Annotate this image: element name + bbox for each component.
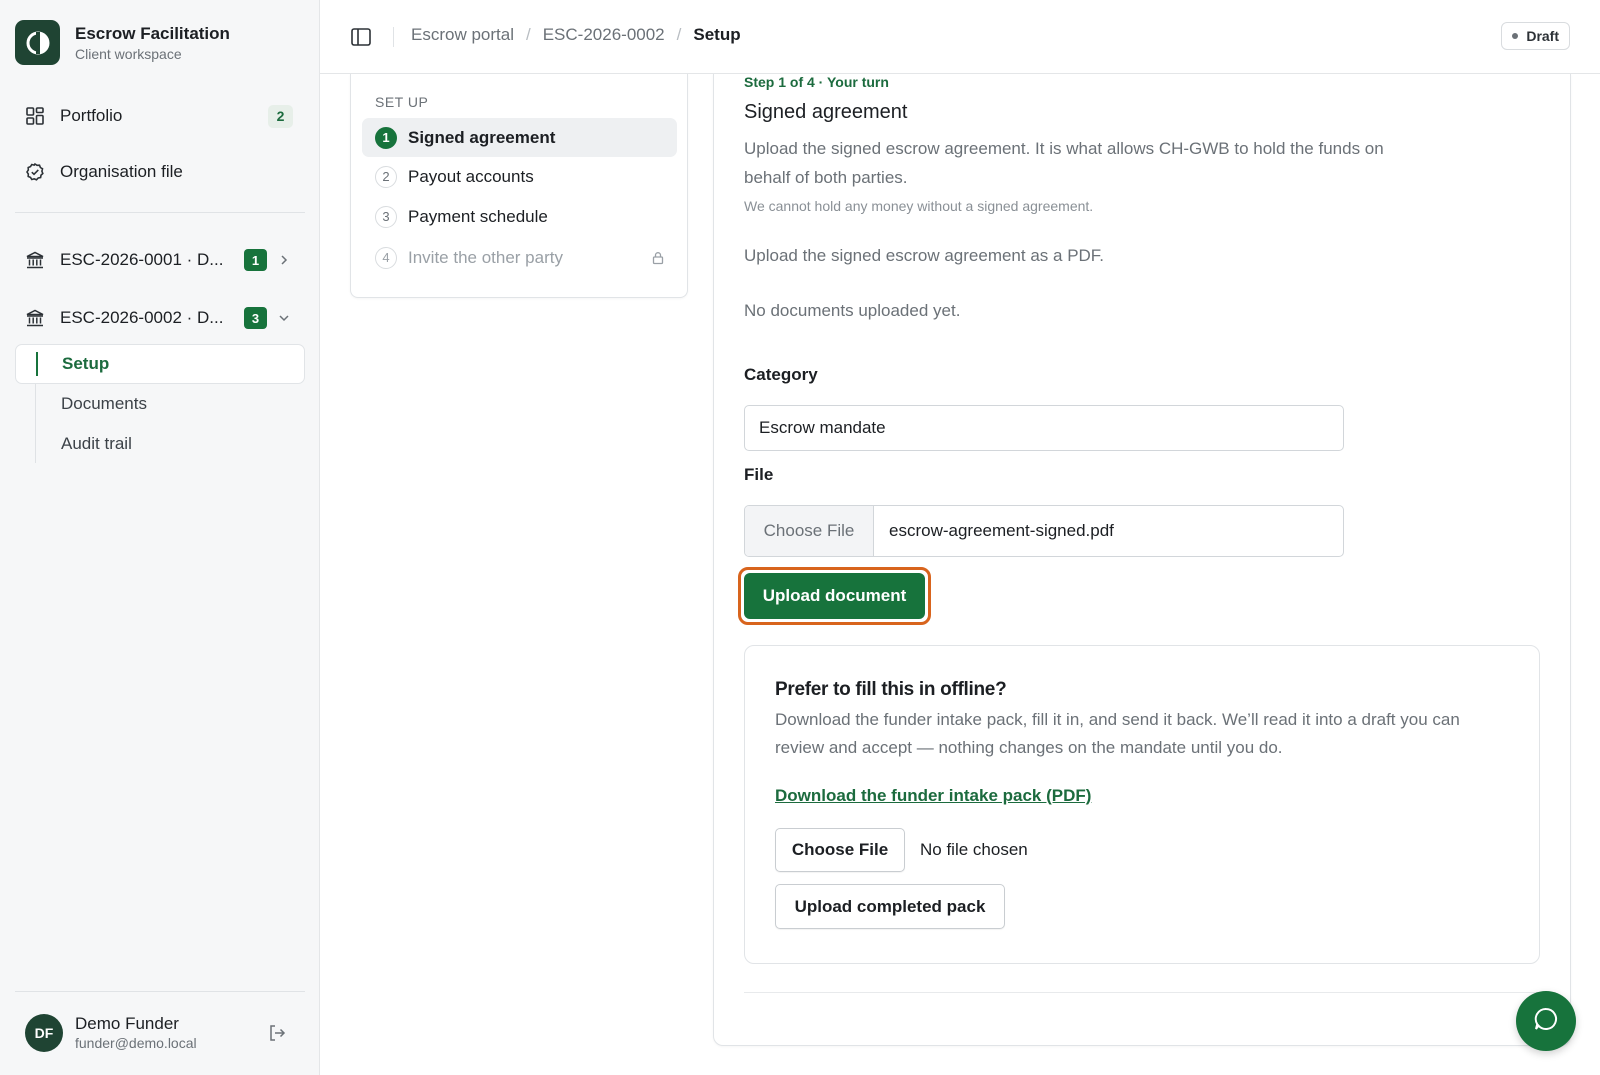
category-label: Category [744,365,818,384]
step-number: 3 [375,205,397,228]
step-label: Payout accounts [408,166,534,186]
breadcrumb-current: Setup [693,25,741,44]
sidebar-item-portfolio[interactable]: Portfolio 2 [15,96,305,136]
step-payment-schedule[interactable]: 3 Payment schedule [362,197,677,236]
step-signed-agreement[interactable]: 1 Signed agreement [362,118,677,157]
step-label: Signed agreement [408,127,556,147]
status-label: Draft [1526,28,1559,44]
sidebar-case-esc-2026-0002[interactable]: ESC-2026-0002 · D... 3 [15,298,305,338]
brand[interactable]: Escrow Facilitation Client workspace [15,20,230,65]
user-name: Demo Funder [75,1014,179,1033]
breadcrumb: Escrow portal / ESC-2026-0002 / Setup [411,25,741,45]
avatar: DF [25,1013,63,1052]
download-intake-pack-link[interactable]: Download the funder intake pack (PDF) [775,786,1091,806]
sidebar-subitem-documents[interactable]: Documents [15,384,305,424]
chevron-right-icon[interactable] [277,253,291,267]
file-input[interactable]: Choose File escrow-agreement-signed.pdf [744,505,1344,557]
sidebar-divider [15,212,305,213]
lock-icon [651,251,665,265]
step-payout-accounts[interactable]: 2 Payout accounts [362,157,677,196]
case-count-badge: 3 [244,307,267,329]
bank-icon [25,250,45,270]
brand-subtitle: Client workspace [75,45,182,62]
card-footer-divider [744,992,1540,993]
intro-text: Upload the signed escrow agreement. It i… [744,139,1384,187]
choose-file-button[interactable]: Choose File [745,506,874,556]
upload-instruction: Upload the signed escrow agreement as a … [744,246,1105,265]
sidebar-toggle-icon[interactable] [350,26,372,48]
step-invite-other-party: 4 Invite the other party [362,238,677,277]
sidebar-case-esc-2026-0001[interactable]: ESC-2026-0001 · D... 1 [15,240,305,280]
bank-icon [25,308,45,328]
file-label: File [744,465,774,484]
step-progress-label: Step 1 of 4 · Your turn [744,74,889,90]
section-title: Signed agreement [744,101,908,123]
offline-description: Download the funder intake pack, fill it… [775,710,1460,757]
case-count-badge: 1 [244,249,267,271]
sidebar-item-organisation-file[interactable]: Organisation file [15,152,305,192]
offline-title: Prefer to fill this in offline? [775,679,1007,700]
step-number: 2 [375,165,397,188]
breadcrumb-separator: / [525,25,531,44]
breadcrumb-separator: / [676,25,682,44]
app-logo-icon [15,20,60,65]
top-bar: Escrow portal / ESC-2026-0002 / Setup Dr… [320,0,1600,74]
setup-steps-card: SET UP 1 Signed agreement 2 Payout accou… [350,74,688,298]
upload-document-button[interactable]: Upload document [744,573,925,619]
no-file-chosen-text: No file chosen [920,840,1028,859]
sidebar: Escrow Facilitation Client workspace Por… [0,0,320,1075]
case-label: ESC-2026-0002 · D... [60,308,224,327]
grid-icon [25,106,45,126]
user-profile[interactable]: DF Demo Funder funder@demo.local [25,1013,197,1052]
sidebar-subitem-setup[interactable]: Setup [15,344,305,384]
toolbar-divider [393,27,394,47]
sidebar-item-label: Portfolio [60,106,123,125]
step-number: 4 [375,246,397,269]
hint-text: We cannot hold any money without a signe… [744,198,1094,214]
step-number: 1 [375,126,397,149]
status-badge: Draft [1501,22,1570,50]
step-content-card: Step 1 of 4 · Your turn Signed agreement… [713,74,1571,1046]
case-label: ESC-2026-0001 · D... [60,250,224,269]
user-email: funder@demo.local [75,1035,197,1051]
breadcrumb-escrow-portal[interactable]: Escrow portal [411,25,514,45]
portfolio-count-badge: 2 [268,104,293,128]
sidebar-divider [15,991,305,992]
chat-bubble-icon [1532,1005,1560,1038]
category-select[interactable]: Escrow mandate [744,405,1344,451]
sidebar-subitem-audit-trail[interactable]: Audit trail [15,424,305,464]
logout-icon[interactable] [267,1023,287,1043]
step-label: Invite the other party [408,247,563,267]
brand-title: Escrow Facilitation [75,23,230,43]
sidebar-item-label: Organisation file [60,162,183,181]
upload-completed-pack-button[interactable]: Upload completed pack [775,884,1005,929]
step-label: Payment schedule [408,206,548,226]
offline-intake-panel: Prefer to fill this in offline? Download… [744,645,1540,964]
choose-pack-file-button[interactable]: Choose File [775,828,905,872]
empty-state: No documents uploaded yet. [744,301,961,320]
breadcrumb-case[interactable]: ESC-2026-0002 [543,25,665,45]
steps-heading: SET UP [375,94,429,110]
status-dot [1512,33,1519,39]
selected-file-name: escrow-agreement-signed.pdf [889,521,1114,540]
check-circle-icon [25,162,45,182]
chevron-down-icon[interactable] [277,311,291,325]
chat-button[interactable] [1516,991,1576,1051]
